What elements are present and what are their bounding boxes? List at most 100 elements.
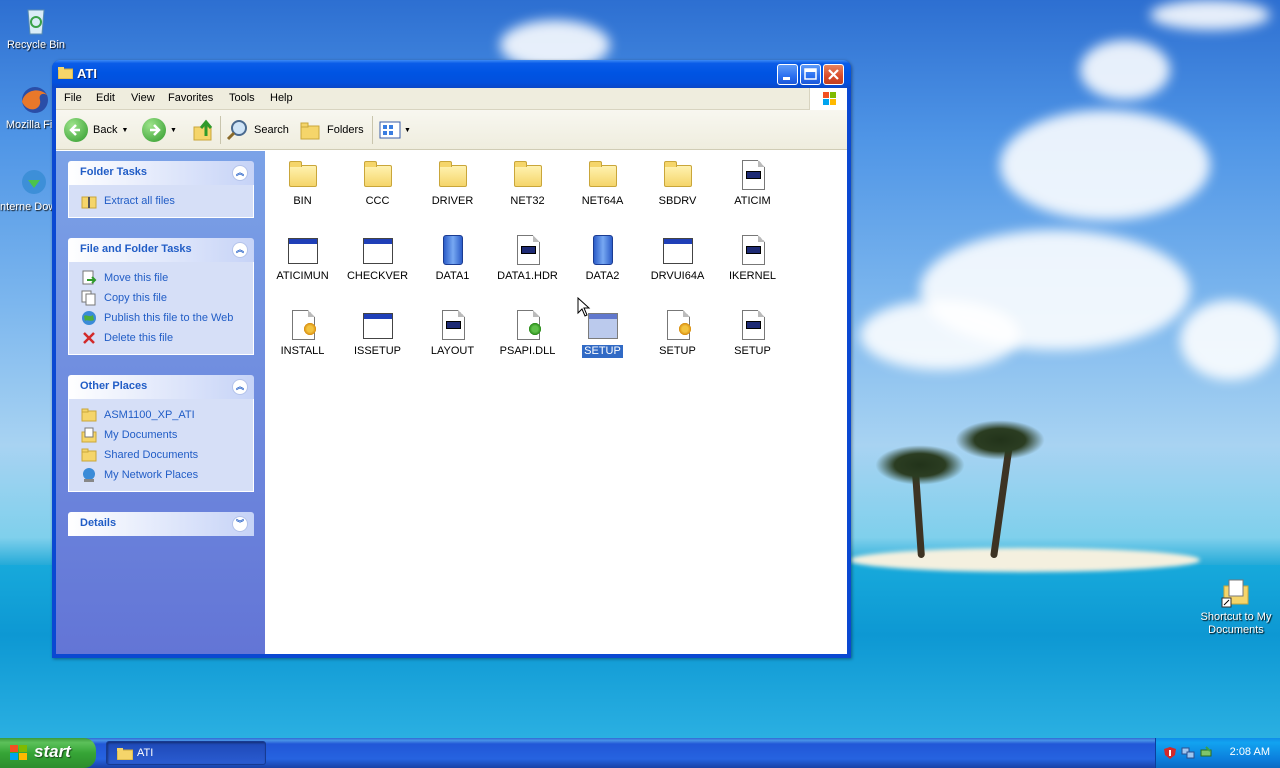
folder-icon [81, 407, 97, 423]
my-documents-shortcut-icon [1220, 576, 1252, 608]
file-item[interactable]: DRIVER [415, 159, 490, 208]
firefox-icon [18, 84, 50, 116]
copy-file-icon [81, 290, 97, 306]
views-button[interactable]: ▼ [378, 117, 411, 143]
file-item[interactable]: DATA1.HDR [490, 234, 565, 283]
place-asm1100-xp-ati[interactable]: ASM1100_XP_ATI [81, 405, 253, 425]
file-item[interactable]: CHECKVER [340, 234, 415, 283]
clock[interactable]: 2:08 AM [1230, 746, 1270, 758]
file-item[interactable]: ATICIM [715, 159, 790, 208]
desktop-icon-my-documents-shortcut[interactable]: Shortcut to My Documents [1198, 576, 1274, 637]
menu-tools[interactable]: Tools [229, 92, 255, 104]
delete-x-icon [81, 330, 97, 346]
task-publish-web[interactable]: Publish this file to the Web [81, 308, 253, 328]
file-item[interactable]: CCC [340, 159, 415, 208]
file-name: ISSETUP [353, 345, 402, 357]
menu-view[interactable]: View [131, 92, 155, 104]
forward-button[interactable]: ▼ [142, 117, 177, 143]
file-name: PSAPI.DLL [499, 345, 556, 357]
window-title: ATI [77, 66, 97, 81]
start-button[interactable]: start [0, 738, 96, 768]
file-item[interactable]: PSAPI.DLL [490, 309, 565, 358]
file-item[interactable]: ISSETUP [340, 309, 415, 358]
place-my-documents[interactable]: My Documents [81, 425, 253, 445]
views-dropdown-icon[interactable]: ▼ [404, 127, 411, 134]
file-item[interactable]: LAYOUT [415, 309, 490, 358]
taskbar: start ATI 2:08 AM [0, 738, 1280, 768]
up-folder-button[interactable] [192, 117, 216, 143]
file-name: DRIVER [431, 195, 474, 207]
mouse-cursor-icon [577, 297, 591, 317]
task-extract-all-files[interactable]: Extract all files [81, 191, 253, 211]
desktop-icon-recycle-bin[interactable]: Recycle Bin [0, 4, 74, 52]
setup-info-icon [662, 309, 694, 341]
place-shared-documents[interactable]: Shared Documents [81, 445, 253, 465]
search-button[interactable]: Search [226, 117, 289, 143]
up-folder-icon [193, 119, 213, 141]
other-places-panel: Other Places ︽ ASM1100_XP_ATI My Documen… [68, 375, 254, 492]
details-title: Details [80, 517, 117, 529]
network-icon[interactable] [1181, 746, 1195, 760]
folder-icon [587, 159, 619, 191]
explorer-window: ATI File Edit View Favorites Tools Help [52, 60, 851, 658]
file-item[interactable]: INSTALL [265, 309, 340, 358]
collapse-chevron-icon[interactable]: ︽ [232, 242, 248, 258]
menu-favorites[interactable]: Favorites [168, 92, 213, 104]
file-item[interactable]: BIN [265, 159, 340, 208]
file-folder-tasks-header[interactable]: File and Folder Tasks ︽ [68, 238, 254, 262]
taskbar-window-ati[interactable]: ATI [106, 741, 266, 765]
safely-remove-hardware-icon[interactable] [1199, 746, 1213, 760]
application-icon [362, 309, 394, 341]
collapse-chevron-icon[interactable]: ︽ [232, 379, 248, 395]
task-move-file[interactable]: Move this file [81, 268, 253, 288]
security-shield-icon[interactable] [1163, 746, 1177, 760]
minimize-icon [783, 77, 790, 80]
file-item[interactable]: DATA1 [415, 234, 490, 283]
config-file-icon [737, 309, 769, 341]
menu-file[interactable]: File [64, 92, 82, 104]
place-my-network-places[interactable]: My Network Places [81, 465, 253, 485]
close-button[interactable] [823, 64, 844, 85]
back-dropdown-icon[interactable]: ▼ [121, 127, 128, 134]
file-item[interactable]: NET32 [490, 159, 565, 208]
back-button[interactable]: Back ▼ [64, 117, 128, 143]
views-icon [379, 121, 401, 139]
start-label: start [34, 742, 71, 761]
forward-dropdown-icon[interactable]: ▼ [170, 127, 177, 134]
file-item[interactable]: DATA2 [565, 234, 640, 283]
menu-help[interactable]: Help [270, 92, 293, 104]
task-copy-file[interactable]: Copy this file [81, 288, 253, 308]
file-item[interactable]: SETUP [715, 309, 790, 358]
search-label: Search [254, 124, 289, 136]
menu-edit[interactable]: Edit [96, 92, 115, 104]
details-header[interactable]: Details ︾ [68, 512, 254, 536]
application-icon [587, 309, 619, 341]
dll-file-icon [512, 309, 544, 341]
cabinet-file-icon [437, 234, 469, 266]
file-item[interactable]: SETUP [640, 309, 715, 358]
folder-tasks-title: Folder Tasks [80, 166, 148, 178]
task-delete-file[interactable]: Delete this file [81, 328, 253, 348]
folders-button[interactable]: Folders [299, 117, 364, 143]
file-item[interactable]: IKERNEL [715, 234, 790, 283]
expand-chevron-icon[interactable]: ︾ [232, 516, 248, 532]
title-bar[interactable]: ATI [52, 60, 851, 88]
file-name: LAYOUT [430, 345, 475, 357]
file-name: IKERNEL [728, 270, 777, 282]
minimize-button[interactable] [777, 64, 798, 85]
file-item[interactable]: SBDRV [640, 159, 715, 208]
application-icon [287, 234, 319, 266]
other-places-header[interactable]: Other Places ︽ [68, 375, 254, 399]
file-item[interactable]: DRVUI64A [640, 234, 715, 283]
maximize-button[interactable] [800, 64, 821, 85]
menu-bar: File Edit View Favorites Tools Help [56, 88, 847, 110]
file-item[interactable]: NET64A [565, 159, 640, 208]
folder-tasks-header[interactable]: Folder Tasks ︽ [68, 161, 254, 185]
collapse-chevron-icon[interactable]: ︽ [232, 165, 248, 181]
file-name: ATICIMUN [276, 270, 329, 282]
system-tray: 2:08 AM [1155, 738, 1280, 768]
file-item[interactable]: ATICIMUN [265, 234, 340, 283]
cabinet-file-icon [587, 234, 619, 266]
config-file-icon [437, 309, 469, 341]
folder-icon [117, 748, 133, 760]
